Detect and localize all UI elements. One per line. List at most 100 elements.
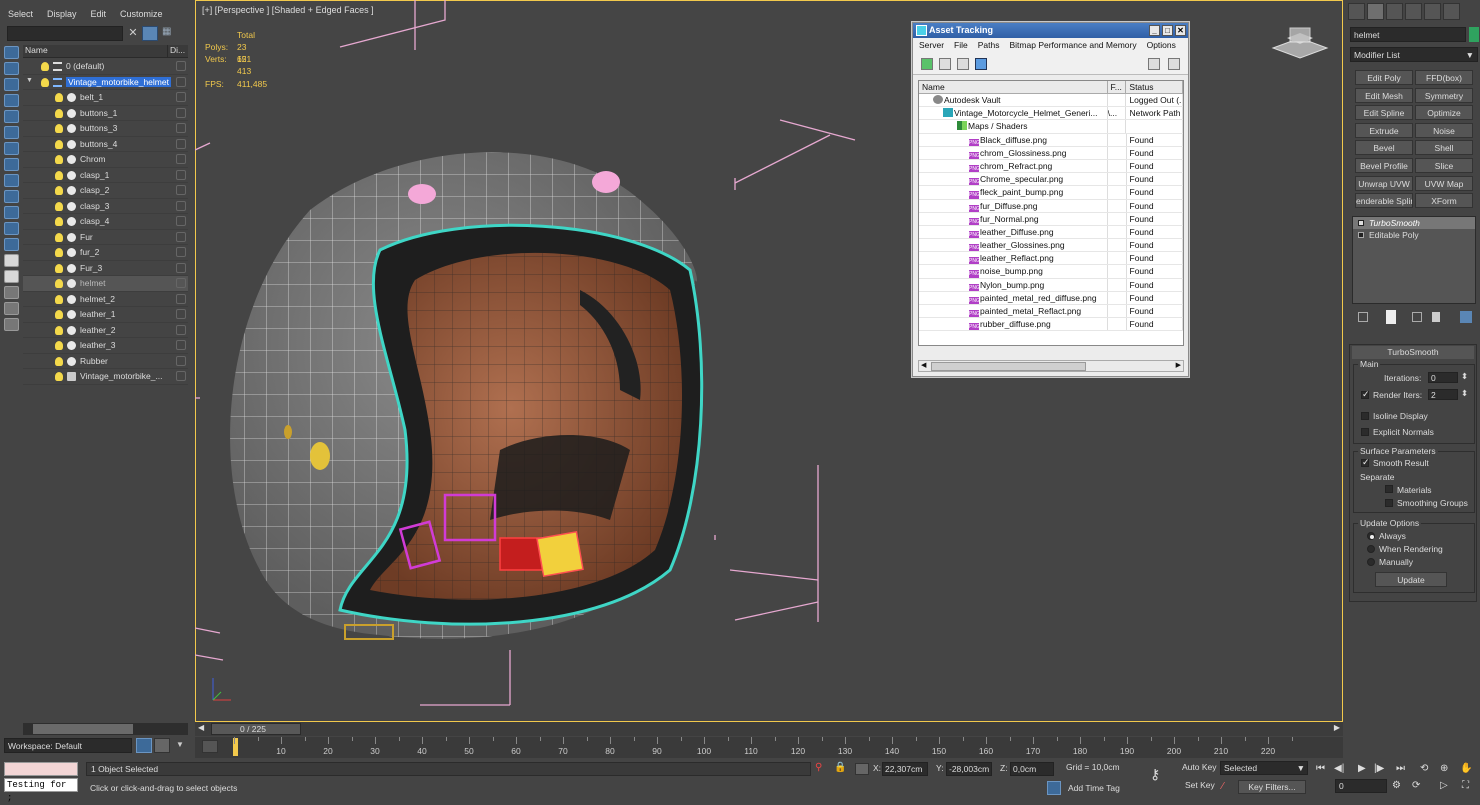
asset-row[interactable]: PNGrubber_diffuse.png Found (919, 318, 1183, 332)
lightbulb-icon[interactable] (41, 62, 49, 71)
asset-hscrollbar[interactable]: ◀ ▶ (918, 360, 1184, 372)
freeze-icon[interactable] (176, 138, 186, 149)
explorer-row[interactable]: buttons_1 (23, 106, 188, 121)
asset-row[interactable]: PNGBlack_diffuse.png Found (919, 133, 1183, 147)
hierarchy-tab-icon[interactable] (1386, 3, 1403, 20)
scroll-thumb[interactable] (33, 724, 133, 734)
hierarchy-icon[interactable] (4, 318, 19, 331)
asset-menu-options[interactable]: Options (1147, 38, 1176, 53)
key-icon[interactable]: ⚷ (1150, 766, 1160, 783)
object-name-field[interactable]: helmet (1350, 27, 1466, 42)
freeze-icon[interactable] (176, 309, 186, 319)
orbit-icon[interactable]: ⟳ (1412, 780, 1420, 791)
display-frozen-icon[interactable] (4, 206, 19, 219)
previous-frame-icon[interactable]: ◀| (1334, 763, 1344, 774)
when-rendering-radio[interactable] (1367, 545, 1375, 553)
explorer-row[interactable]: ▼ Vintage_motorbike_helmet (23, 75, 188, 90)
asset-col-f[interactable]: F... (1108, 81, 1127, 93)
modifier-list-dropdown[interactable]: Modifier List ▼ (1350, 47, 1478, 62)
asset-row[interactable]: PNGChrome_specular.png Found (919, 173, 1183, 187)
explorer-scrollbar[interactable] (23, 723, 188, 735)
explorer-search-input[interactable] (7, 26, 123, 41)
explorer-row[interactable]: fur_2 (23, 245, 188, 261)
freeze-icon[interactable] (176, 61, 186, 71)
lightbulb-icon[interactable] (55, 155, 63, 164)
modifier-button[interactable]: Noise (1415, 122, 1473, 138)
freeze-icon[interactable] (176, 107, 186, 118)
pin-stack-icon[interactable] (1358, 312, 1368, 322)
menu-select[interactable]: Select (8, 9, 33, 19)
time-prev-icon[interactable]: ◀ (198, 723, 204, 732)
motion-tab-icon[interactable] (1405, 3, 1422, 20)
list-view-icon[interactable] (939, 58, 951, 70)
lightbulb-icon[interactable] (55, 294, 63, 304)
lightbulb-icon[interactable] (41, 77, 49, 87)
maxscript-listener[interactable] (4, 762, 78, 776)
display-lights-icon[interactable] (4, 78, 19, 91)
explorer-row[interactable]: leather_3 (23, 338, 188, 354)
lightbulb-icon[interactable] (55, 201, 63, 211)
stack-item-turbosmooth[interactable]: TurboSmooth (1353, 217, 1475, 229)
thumbnail-view-icon[interactable] (957, 58, 969, 70)
materials-checkbox[interactable] (1385, 485, 1393, 493)
explorer-row[interactable]: clasp_1 (23, 168, 188, 183)
render-iters-spinner[interactable]: 2 (1428, 389, 1458, 400)
create-tab-icon[interactable] (1348, 3, 1365, 20)
make-unique-icon[interactable] (1412, 312, 1422, 322)
zoom-extents-icon[interactable]: ⊕ (1440, 763, 1448, 774)
modifier-button[interactable]: Edit Mesh (1355, 87, 1413, 103)
smoothing-groups-checkbox[interactable] (1385, 499, 1393, 507)
asset-row[interactable]: PNGfur_Diffuse.png Found (919, 199, 1183, 213)
display-none-icon[interactable] (4, 254, 19, 267)
play-icon[interactable]: ▶ (1358, 763, 1366, 774)
lightbulb-icon[interactable] (55, 325, 63, 335)
render-iters-checkbox[interactable] (1361, 389, 1370, 400)
explorer-row[interactable]: helmet (23, 276, 188, 292)
display-invert-icon[interactable] (4, 270, 19, 283)
iterations-spinner[interactable]: 0 (1428, 372, 1458, 383)
lightbulb-icon[interactable] (55, 93, 63, 102)
turbosmooth-rollout-header[interactable]: TurboSmooth (1352, 346, 1474, 359)
clear-search-icon[interactable]: ✕ (127, 26, 139, 41)
freeze-icon[interactable] (176, 371, 186, 381)
asset-row[interactable]: Vintage_Motorcycle_Helmet_Generi... \... N… (919, 107, 1183, 121)
isolate-icon[interactable]: ⚲ (815, 762, 822, 773)
explorer-row[interactable]: Fur_3 (23, 261, 188, 276)
remove-modifier-icon[interactable] (1432, 312, 1440, 322)
explorer-row[interactable]: belt_1 (23, 90, 188, 106)
freeze-icon[interactable] (176, 216, 186, 226)
explorer-row[interactable]: leather_1 (23, 307, 188, 323)
asset-col-status[interactable]: Status (1126, 81, 1183, 93)
freeze-icon[interactable] (176, 247, 186, 257)
asset-row[interactable]: PNGleather_Reflact.png Found (919, 252, 1183, 266)
asset-tracking-titlebar[interactable]: Asset Tracking _ □ ✕ (913, 23, 1188, 38)
pan-icon[interactable]: ✋ (1460, 763, 1472, 774)
asset-menu-file[interactable]: File (954, 38, 968, 53)
chevron-down-icon[interactable]: ▼ (176, 740, 184, 749)
layer-tools-icon[interactable] (4, 302, 19, 315)
expand-toggle-icon[interactable]: ▼ (26, 77, 33, 84)
freeze-icon[interactable] (176, 278, 186, 288)
key-mode-icon[interactable]: ⟲ (1420, 763, 1428, 774)
next-frame-icon[interactable]: |▶ (1374, 763, 1384, 774)
freeze-icon[interactable] (176, 200, 186, 211)
asset-col-name[interactable]: Name (919, 81, 1108, 93)
smooth-result-checkbox[interactable] (1361, 457, 1370, 468)
scroll-thumb[interactable] (931, 362, 1086, 371)
key-filter-icon[interactable]: ⁄ (1222, 781, 1224, 792)
filter-icon[interactable] (142, 26, 158, 41)
modifier-button[interactable]: Edit Poly (1355, 70, 1413, 85)
freeze-icon[interactable] (176, 324, 186, 335)
asset-row[interactable]: PNGchrom_Glossiness.png Found (919, 146, 1183, 160)
show-end-result-icon[interactable] (1386, 310, 1396, 324)
lightbulb-icon[interactable] (55, 372, 63, 381)
close-icon[interactable]: ✕ (1175, 25, 1186, 36)
explorer-row[interactable]: clasp_3 (23, 199, 188, 214)
modifier-button[interactable]: Bevel (1355, 140, 1413, 156)
explorer-row[interactable]: leather_2 (23, 323, 188, 338)
add-time-tag[interactable]: Add Time Tag (1068, 783, 1120, 793)
explorer-row[interactable]: Fur (23, 230, 188, 245)
key-selection-dropdown[interactable]: Selected ▼ (1220, 761, 1308, 775)
display-helpers-icon[interactable] (4, 110, 19, 123)
maximize-viewport-icon[interactable]: ⛶ (1462, 780, 1469, 791)
